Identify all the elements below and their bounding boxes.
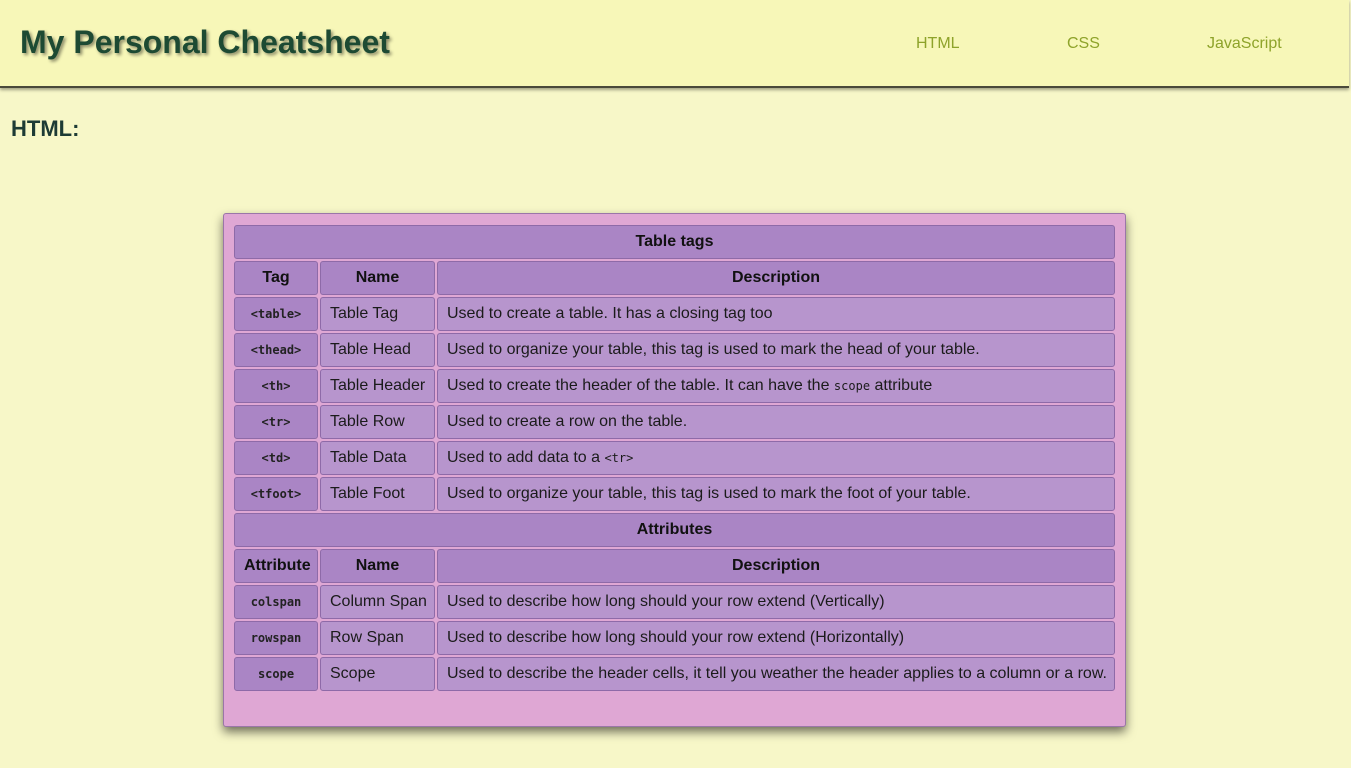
column-header-name: Name xyxy=(320,549,435,583)
description-cell: Used to organize your table, this tag is… xyxy=(437,333,1116,367)
column-header-description: Description xyxy=(437,261,1116,295)
column-header-tag: Tag xyxy=(234,261,318,295)
table-tags-caption: Table tags xyxy=(234,225,1116,259)
table-row: <tfoot> Table Foot Used to organize your… xyxy=(234,477,1116,511)
attribute-cell: scope xyxy=(234,657,318,691)
table-row: <tr> Table Row Used to create a row on t… xyxy=(234,405,1116,439)
description-cell: Used to describe how long should your ro… xyxy=(437,621,1116,655)
description-cell: Used to create a row on the table. xyxy=(437,405,1116,439)
description-text: Used to create the header of the table. … xyxy=(447,377,834,394)
name-cell: Column Span xyxy=(320,585,435,619)
table-row: rowspan Row Span Used to describe how lo… xyxy=(234,621,1116,655)
column-header-name: Name xyxy=(320,261,435,295)
table-row: <table> Table Tag Used to create a table… xyxy=(234,297,1116,331)
table-row: <td> Table Data Used to add data to a <t… xyxy=(234,441,1116,475)
name-cell: Row Span xyxy=(320,621,435,655)
nav-link-html[interactable]: HTML xyxy=(916,35,960,53)
description-cell: Used to add data to a <tr> xyxy=(437,441,1116,475)
description-cell: Used to create a table. It has a closing… xyxy=(437,297,1116,331)
column-header-attribute: Attribute xyxy=(234,549,318,583)
attributes-caption: Attributes xyxy=(234,513,1116,547)
description-cell: Used to describe how long should your ro… xyxy=(437,585,1116,619)
nav-link-javascript[interactable]: JavaScript xyxy=(1207,35,1282,53)
table-row: scope Scope Used to describe the header … xyxy=(234,657,1116,691)
description-cell: Used to create the header of the table. … xyxy=(437,369,1116,403)
table-header-row: Attribute Name Description xyxy=(234,549,1116,583)
name-cell: Table Data xyxy=(320,441,435,475)
name-cell: Table Header xyxy=(320,369,435,403)
description-cell: Used to describe the header cells, it te… xyxy=(437,657,1116,691)
description-text: Used to add data to a xyxy=(447,449,605,466)
cheatsheet-table-container: Table tags Tag Name Description <table> … xyxy=(223,213,1126,727)
tag-cell: <thead> xyxy=(234,333,318,367)
name-cell: Table Foot xyxy=(320,477,435,511)
table-header-row: Tag Name Description xyxy=(234,261,1116,295)
name-cell: Table Tag xyxy=(320,297,435,331)
attribute-cell: colspan xyxy=(234,585,318,619)
table-row: colspan Column Span Used to describe how… xyxy=(234,585,1116,619)
cheatsheet-table: Table tags Tag Name Description <table> … xyxy=(232,223,1117,693)
attribute-cell: rowspan xyxy=(234,621,318,655)
tag-cell: <tr> xyxy=(234,405,318,439)
description-cell: Used to organize your table, this tag is… xyxy=(437,477,1116,511)
column-header-description: Description xyxy=(437,549,1116,583)
table-row: <thead> Table Head Used to organize your… xyxy=(234,333,1116,367)
inline-code: <tr> xyxy=(604,451,634,465)
name-cell: Scope xyxy=(320,657,435,691)
section-title: HTML: xyxy=(11,116,80,141)
nav-link-css[interactable]: CSS xyxy=(1067,35,1100,53)
tag-cell: <th> xyxy=(234,369,318,403)
description-text: attribute xyxy=(870,377,933,394)
tag-cell: <tfoot> xyxy=(234,477,318,511)
table-caption-row: Attributes xyxy=(234,513,1116,547)
tag-cell: <td> xyxy=(234,441,318,475)
inline-code: scope xyxy=(833,379,871,393)
site-title: My Personal Cheatsheet xyxy=(20,24,390,60)
table-caption-row: Table tags xyxy=(234,225,1116,259)
table-row: <th> Table Header Used to create the hea… xyxy=(234,369,1116,403)
name-cell: Table Head xyxy=(320,333,435,367)
name-cell: Table Row xyxy=(320,405,435,439)
site-header: My Personal Cheatsheet HTML CSS JavaScri… xyxy=(0,0,1349,88)
tag-cell: <table> xyxy=(234,297,318,331)
